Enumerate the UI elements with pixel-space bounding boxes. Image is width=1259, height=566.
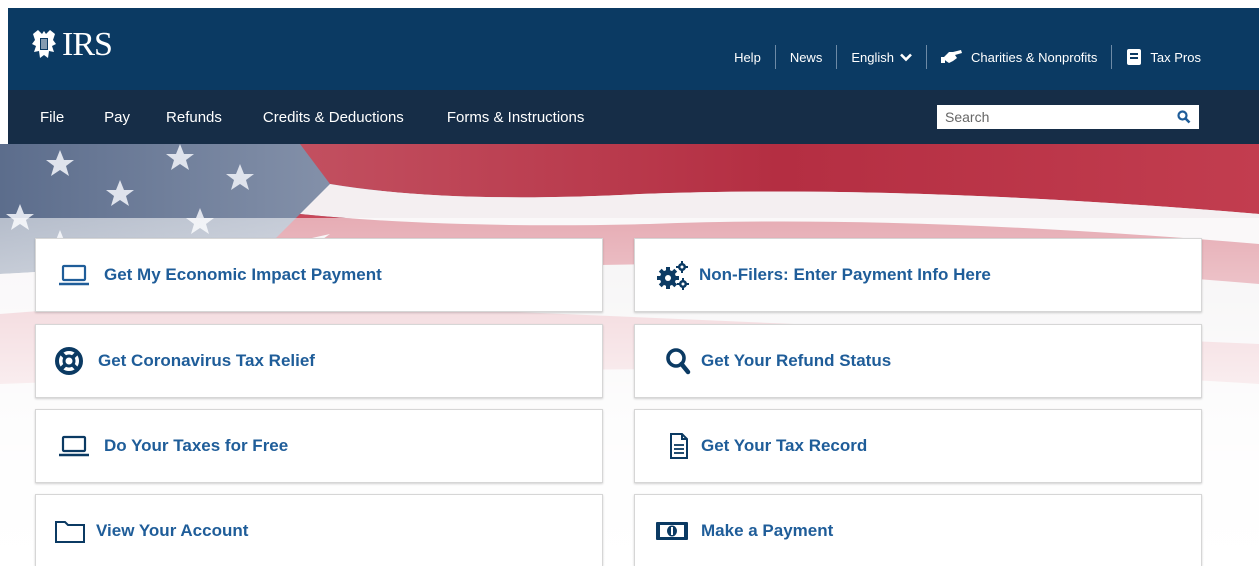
- card-label: View Your Account: [96, 520, 249, 540]
- tax-pros-label: Tax Pros: [1150, 49, 1201, 65]
- logo-text: IRS: [62, 26, 113, 63]
- card-label: Get Coronavirus Tax Relief: [98, 351, 315, 370]
- charities-label: Charities & Nonprofits: [970, 49, 1098, 65]
- gears-icon: [657, 261, 689, 290]
- card-label: Get My Economic Impact Payment: [104, 265, 382, 284]
- card-taxes-free[interactable]: Do Your Taxes for Free: [35, 409, 603, 483]
- search-icon: [666, 348, 691, 375]
- card-refund-status[interactable]: Get Your Refund Status: [634, 324, 1202, 398]
- card-label: Do Your Taxes for Free: [104, 436, 289, 455]
- search-box: [937, 105, 1199, 129]
- card-coronavirus-tax-relief[interactable]: Get Coronavirus Tax Relief: [35, 324, 603, 398]
- nav-file[interactable]: File: [40, 109, 64, 126]
- irs-logo[interactable]: IRS: [30, 26, 113, 64]
- card-label: Get Your Tax Record: [701, 436, 868, 455]
- nav-forms-instructions[interactable]: Forms & Instructions: [447, 109, 585, 126]
- card-tax-record[interactable]: Get Your Tax Record: [634, 409, 1202, 483]
- news-label: News: [789, 49, 823, 65]
- main-nav: File Pay Refunds Credits & Deductions Fo…: [8, 90, 1259, 144]
- eagle-icon: [32, 30, 56, 58]
- help-link[interactable]: Help: [720, 47, 775, 67]
- search-input[interactable]: [937, 106, 1167, 128]
- nav-credits-deductions[interactable]: Credits & Deductions: [263, 109, 404, 126]
- laptop-icon: [59, 264, 89, 286]
- language-dropdown[interactable]: English: [837, 47, 926, 67]
- utility-nav: Help News English Charities & Nonprofits…: [720, 45, 1201, 69]
- nav-pay[interactable]: Pay: [104, 109, 130, 126]
- charities-link[interactable]: Charities & Nonprofits: [927, 47, 1111, 67]
- card-non-filers[interactable]: Non-Filers: Enter Payment Info Here: [634, 238, 1202, 312]
- tax-pros-link[interactable]: Tax Pros: [1112, 47, 1201, 67]
- news-link[interactable]: News: [776, 47, 837, 67]
- card-label: Make a Payment: [701, 520, 834, 540]
- card-make-payment[interactable]: Make a Payment: [634, 494, 1202, 566]
- laptop-icon: [59, 435, 89, 457]
- language-label: English: [851, 49, 894, 65]
- help-label: Help: [734, 49, 761, 65]
- document-icon: [670, 433, 688, 459]
- nav-refunds[interactable]: Refunds: [166, 109, 222, 126]
- card-view-account[interactable]: View Your Account: [35, 494, 603, 566]
- folder-icon: [55, 520, 85, 543]
- book-icon: [1127, 49, 1142, 65]
- handshake-icon: [940, 50, 962, 63]
- card-label: Get Your Refund Status: [701, 351, 892, 370]
- top-header: IRS Help News English Charities & Nonpro…: [8, 8, 1259, 90]
- life-ring-icon: [55, 347, 83, 375]
- search-icon[interactable]: [1177, 110, 1191, 124]
- chevron-down-icon: [900, 53, 912, 61]
- card-label: Non-Filers: Enter Payment Info Here: [699, 265, 991, 284]
- money-icon: [656, 521, 688, 540]
- card-economic-impact-payment[interactable]: Get My Economic Impact Payment: [35, 238, 603, 312]
